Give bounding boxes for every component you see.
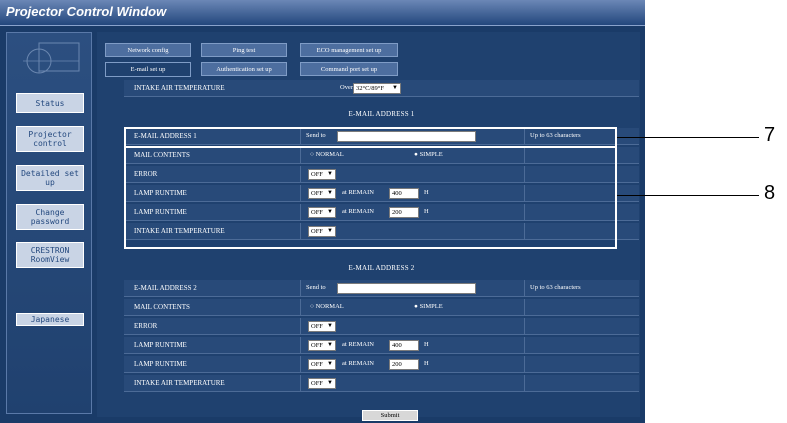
temperature-select[interactable]: 32°C/89°F ▼ xyxy=(353,83,401,94)
email-address-1-heading: E-MAIL ADDRESS 1 xyxy=(348,110,415,118)
title-bar: Projector Control Window xyxy=(0,0,645,26)
projector-control-window: Projector Control Window Status Projecto… xyxy=(0,0,645,423)
intake-2-select[interactable]: OFF ▼ xyxy=(308,378,336,389)
callout-7: 7 xyxy=(764,124,776,146)
lamp-runtime-2a-row: LAMP RUNTIME OFF ▼ at REMAIN 400 H xyxy=(124,337,639,354)
lamp-2b-hours-input[interactable]: 200 xyxy=(389,359,419,370)
lamp-2b-select[interactable]: OFF ▼ xyxy=(308,359,336,370)
sidebar-item-japanese[interactable]: Japanese xyxy=(16,313,84,326)
lamp-2a-select[interactable]: OFF ▼ xyxy=(308,340,336,351)
intake-air-2-row: INTAKE AIR TEMPERATURE OFF ▼ xyxy=(124,375,639,392)
highlight-box-mail-settings xyxy=(124,146,617,249)
email-address-2-row: E-MAIL ADDRESS 2 Send to Up to 63 charac… xyxy=(124,280,639,297)
submit-button[interactable]: Submit xyxy=(362,410,418,421)
window-title: Projector Control Window xyxy=(6,4,167,19)
chevron-down-icon: ▼ xyxy=(392,85,398,91)
sidebar-item-change-password[interactable]: Change password xyxy=(16,204,84,230)
callout-line-7 xyxy=(617,137,759,138)
mail-contents-2-row: MAIL CONTENTS ○ NORMAL ● SIMPLE xyxy=(124,299,639,316)
logo-icon xyxy=(23,42,80,74)
simple-radio[interactable]: ● SIMPLE xyxy=(414,303,443,310)
sidebar-item-status[interactable]: Status xyxy=(16,93,84,113)
normal-radio[interactable]: ○ NORMAL xyxy=(310,303,344,310)
sidebar-item-detailed-set-up[interactable]: Detailed set up xyxy=(16,165,84,191)
callout-8: 8 xyxy=(764,182,776,204)
lamp-runtime-2b-row: LAMP RUNTIME OFF ▼ at REMAIN 200 H xyxy=(124,356,639,373)
tab-authentication[interactable]: Authentication set up xyxy=(201,62,287,76)
tab-eco-management[interactable]: ECO management set up xyxy=(300,43,398,57)
sidebar-item-projector-control[interactable]: Projector control xyxy=(16,126,84,152)
email-address-2-input[interactable] xyxy=(337,283,476,294)
tab-ping-test[interactable]: Ping test xyxy=(201,43,287,57)
sidebar-item-crestron-roomview[interactable]: CRESTRON RoomView xyxy=(16,242,84,268)
highlight-box-email-address xyxy=(124,127,617,148)
callout-line-8 xyxy=(617,195,759,196)
tab-network-config[interactable]: Network config xyxy=(105,43,191,57)
error-2-select[interactable]: OFF ▼ xyxy=(308,321,336,332)
tab-command-port[interactable]: Command port set up xyxy=(300,62,398,76)
email-address-2-heading: E-MAIL ADDRESS 2 xyxy=(348,264,415,272)
lamp-2a-hours-input[interactable]: 400 xyxy=(389,340,419,351)
error-2-row: ERROR OFF ▼ xyxy=(124,318,639,335)
intake-air-row-top: INTAKE AIR TEMPERATURE Over 32°C/89°F ▼ xyxy=(124,80,639,97)
tab-email-set-up[interactable]: E-mail set up xyxy=(105,62,191,77)
sidebar: Status Projector control Detailed set up… xyxy=(6,32,92,414)
